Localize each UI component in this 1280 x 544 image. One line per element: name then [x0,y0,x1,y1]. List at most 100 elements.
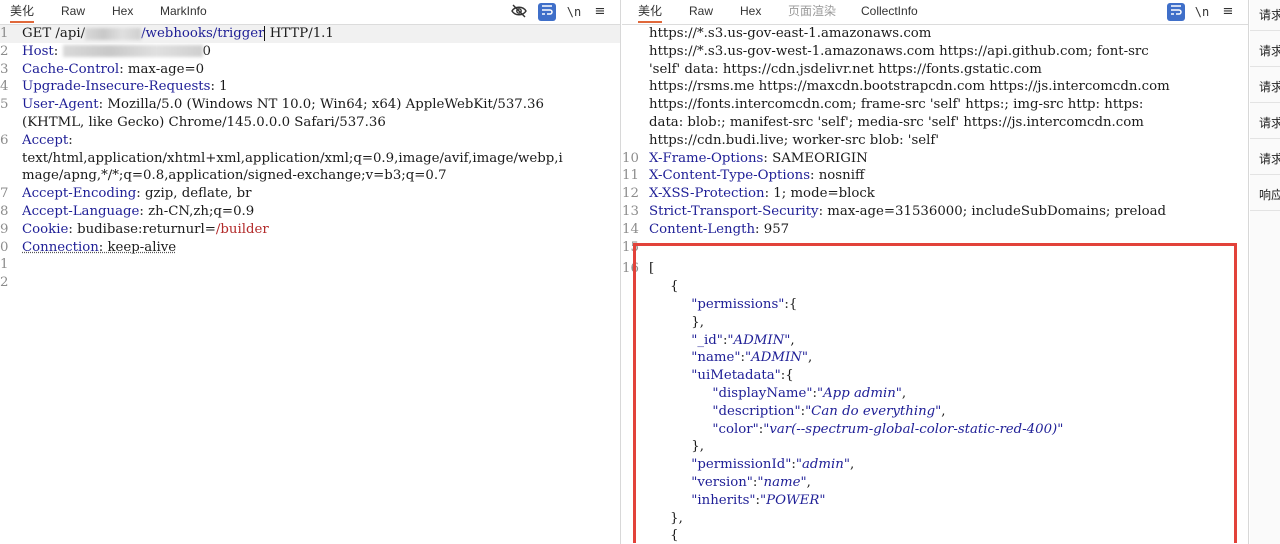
header-name: Upgrade-Insecure-Requests [22,79,211,95]
token: 'self' data: https://cdn.jsdelivr.net ht… [649,61,1042,77]
line-number: 14 [622,221,639,237]
token: : zh-CN,zh;q=0.9 [139,204,255,219]
line-number: 13 [622,204,639,219]
sidebar-item[interactable]: 请求 [1259,6,1280,23]
code-line: 4 Upgrade-Insecure-Requests: 1 [0,78,620,96]
token: GET /api/ [22,26,86,41]
line-text: text/html,application/xhtml+xml,applicat… [22,150,612,168]
code-line: 14 Content-Length: 957 [622,221,1248,239]
tab-pretty[interactable]: 美化 [10,0,35,23]
response-pane: 美化 Raw Hex 页面渲染 CollectInfo \n ≡ https:/… [622,0,1249,544]
code-line: 2 [0,274,620,292]
token: : [53,43,63,59]
eye-slash-icon[interactable] [510,3,528,21]
header-name: Accept-Encoding [22,186,137,202]
line-number: 8 [0,204,9,219]
code-line: 6 Accept: [0,132,620,150]
request-tabbar: 美化 Raw Hex MarkInfo \n ≡ [0,0,620,25]
code-line: https://cdn.budi.live; worker-src blob: … [622,132,1248,150]
code-line: 'self' data: https://cdn.jsdelivr.net ht… [622,61,1248,79]
token: https://fonts.intercomcdn.com; frame-src… [649,97,1144,113]
tab-raw[interactable]: Raw [61,0,85,23]
token: /webhooks/trigger [141,26,265,41]
tab-raw[interactable]: Raw [689,0,713,23]
menu-icon[interactable]: ≡ [591,3,609,21]
tab-hex[interactable]: Hex [740,0,761,23]
line-number: 9 [0,221,9,237]
history-sidebar: 请求 请求 请求 请求 请求 响应 [1250,0,1280,544]
line-text: https://*.s3.us-gov-west-1.amazonaws.com… [649,43,1240,61]
line-text: Cookie: budibase:returnurl=/builder [22,221,612,239]
line-number: 2 [0,43,9,59]
code-line: mage/apng,*/*;q=0.8,application/signed-e… [0,167,620,185]
newline-toggle[interactable]: \n [565,3,583,21]
line-text: X-Content-Type-Options: nosniff [649,167,1240,185]
request-pane: 美化 Raw Hex MarkInfo \n ≡ 1 GET /api/ /webh… [0,0,621,544]
sidebar-item[interactable]: 请求 [1259,150,1280,167]
line-text: Host: 0 [22,43,612,61]
sidebar-item[interactable]: 请求 [1259,78,1280,95]
line-text: X-XSS-Protection: 1; mode=block [649,185,1240,203]
line-number: 5 [0,97,9,113]
line-text: Cache-Control: max-age=0 [22,61,612,79]
token: : keep-alive [98,239,177,255]
line-text: Content-Length: 957 [649,221,1240,239]
request-editor[interactable]: 1 GET /api/ /webhooks/trigger HTTP/1.1 2 Hos… [0,25,620,544]
token: : max-age=0 [119,61,205,77]
wrap-icon[interactable] [538,3,556,21]
code-line: 5 User-Agent: Mozilla/5.0 (Windows NT 10.… [0,96,620,114]
tab-markinfo[interactable]: MarkInfo [160,0,207,23]
token: : 1; mode=block [764,186,875,202]
header-name: User-Agent [22,97,99,113]
line-text: https://rsms.me https://maxcdn.bootstrap… [649,78,1240,96]
line-text: https://fonts.intercomcdn.com; frame-src… [649,96,1240,114]
newline-toggle[interactable]: \n [1193,3,1211,21]
code-line: 9 Cookie: budibase:returnurl=/builder [0,221,620,239]
line-text: (KHTML, like Gecko) Chrome/145.0.0.0 Saf… [22,114,612,132]
line-text: GET /api/ /webhooks/trigger HTTP/1.1 [22,25,612,43]
header-name: X-XSS-Protection [649,186,765,202]
wrap-icon[interactable] [1167,3,1185,21]
tab-render[interactable]: 页面渲染 [788,0,836,23]
line-text: 'self' data: https://cdn.jsdelivr.net ht… [649,61,1240,79]
tab-hex[interactable]: Hex [112,0,133,23]
line-text: Accept-Encoding: gzip, deflate, br [22,185,612,203]
token: /builder [215,221,269,237]
code-line: (KHTML, like Gecko) Chrome/145.0.0.0 Saf… [0,114,620,132]
line-number: 4 [0,79,9,95]
token: : gzip, deflate, br [136,186,252,202]
token: mage/apng,*/*;q=0.8,application/signed-e… [22,168,447,184]
line-number: 3 [0,61,9,77]
tab-collectinfo[interactable]: CollectInfo [861,0,918,23]
token: (KHTML, like Gecko) Chrome/145.0.0.0 Saf… [22,115,386,130]
header-name: Cache-Control [22,61,120,77]
line-number: 12 [622,186,639,202]
sidebar-item[interactable]: 请求 [1259,42,1280,59]
tab-pretty[interactable]: 美化 [638,0,663,23]
menu-icon[interactable]: ≡ [1219,3,1237,21]
code-line: 2 Host: 0 [0,43,620,61]
header-name: Accept-Language [22,204,140,219]
token: : max-age=31536000; includeSubDomains; p… [818,204,1167,219]
token: https://cdn.budi.live; worker-src blob: … [649,132,939,148]
line-number: 11 [622,168,639,184]
sidebar-item[interactable]: 响应 [1259,186,1280,203]
token: HTTP/1.1 [265,26,334,41]
line-number: 6 [0,132,9,148]
token: : nosniff [810,168,865,184]
code-line: 0 Connection: keep-alive [0,239,620,257]
line-text: data: blob:; manifest-src 'self'; media-… [649,114,1240,132]
token: text/html,application/xhtml+xml,applicat… [22,150,563,166]
line-text: Upgrade-Insecure-Requests: 1 [22,78,612,96]
sidebar-divider [1250,66,1280,67]
header-name: Accept [22,132,69,148]
sidebar-item[interactable]: 请求 [1259,114,1280,131]
line-number: 10 [622,150,639,166]
code-line: https://*.s3.us-gov-east-1.amazonaws.com [622,25,1248,43]
line-text: https://*.s3.us-gov-east-1.amazonaws.com [649,25,1240,43]
code-line: 3 Cache-Control: max-age=0 [0,61,620,79]
token: : [68,132,73,148]
code-line: 8 Accept-Language: zh-CN,zh;q=0.9 [0,203,620,221]
code-line: https://rsms.me https://maxcdn.bootstrap… [622,78,1248,96]
token: data: blob:; manifest-src 'self'; media-… [649,115,1144,130]
